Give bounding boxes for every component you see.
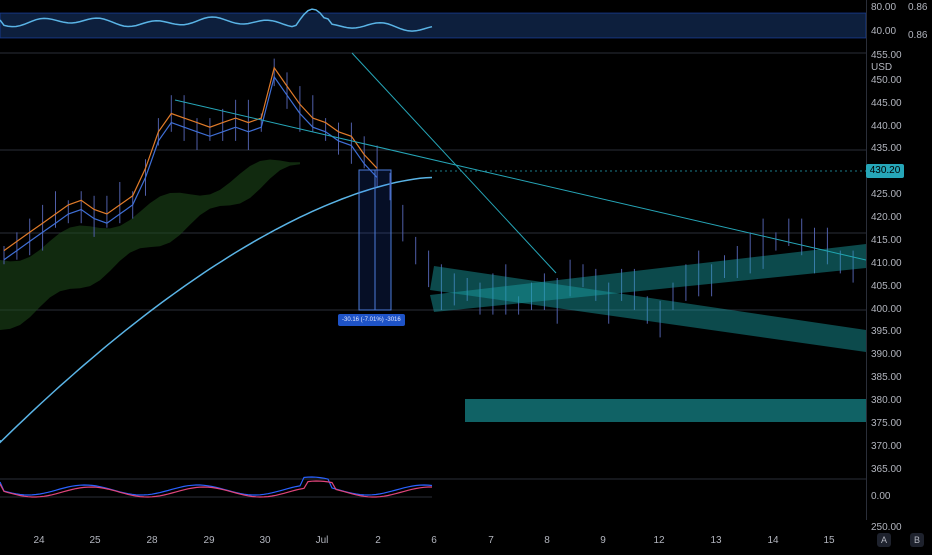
x-tick: 25: [89, 535, 101, 546]
x-tick: 29: [203, 535, 215, 546]
ma-ribbon: [0, 159, 300, 330]
x-tick: 28: [146, 535, 158, 546]
price-tick: 390.00: [871, 349, 902, 360]
indicator-tick-40: 40.00: [871, 26, 897, 37]
x-tick: 8: [544, 535, 550, 546]
x-tick: 12: [653, 535, 665, 546]
x-tick: 15: [823, 535, 835, 546]
price-tick: 435.00: [871, 143, 902, 154]
price-tick: 395.00: [871, 326, 902, 337]
auto-scale-button[interactable]: A: [877, 533, 891, 547]
price-chart[interactable]: [0, 0, 867, 550]
price-tick: 425.00: [871, 189, 902, 200]
trend-line: [174, 99, 867, 261]
x-tick: 13: [710, 535, 722, 546]
price-unit: USD: [871, 62, 893, 73]
current-price-tag: 430.20: [866, 164, 904, 178]
price-tick: 450.00: [871, 75, 902, 86]
price-tick: 380.00: [871, 395, 902, 406]
aux-value-2: 0.86: [908, 30, 928, 41]
x-tick: 7: [488, 535, 494, 546]
price-tick: 385.00: [871, 372, 902, 383]
indicator-band: [0, 12, 867, 39]
measurement-label: -30.16 (-7.01%) -3016: [338, 314, 405, 326]
x-tick: 6: [431, 535, 437, 546]
price-tick: 455.00: [871, 50, 902, 61]
price-tick: 410.00: [871, 258, 902, 269]
price-tick: 405.00: [871, 281, 902, 292]
indicator-value-scale: 0.86 0.86: [906, 0, 932, 80]
x-tick: 2: [375, 535, 381, 546]
macd-line: [0, 476, 433, 496]
log-scale-button[interactable]: B: [910, 533, 924, 547]
indicator-tick-80: 80.00: [871, 2, 897, 13]
x-tick: 24: [33, 535, 45, 546]
price-tick: 370.00: [871, 441, 902, 452]
ma-mid-line: [3, 75, 378, 261]
x-tick: Jul: [315, 535, 329, 546]
price-tick: 400.00: [871, 304, 902, 315]
x-tick: 9: [600, 535, 606, 546]
x-tick: 14: [767, 535, 779, 546]
support-box: [465, 399, 866, 422]
price-tick: 365.00: [871, 464, 902, 475]
price-scale[interactable]: 80.00 40.00 455.00 USD 450.00 445.00 440…: [866, 0, 907, 533]
aux-value-1: 0.86: [908, 2, 928, 13]
x-tick: 30: [259, 535, 271, 546]
price-tick: 420.00: [871, 212, 902, 223]
price-tick: 415.00: [871, 235, 902, 246]
price-tick: 440.00: [871, 121, 902, 132]
chart-canvas[interactable]: [0, 0, 867, 550]
macd-tick: 250.00: [871, 522, 902, 533]
price-tick: 375.00: [871, 418, 902, 429]
macd-tick: 0.00: [871, 491, 891, 502]
price-tick: 445.00: [871, 98, 902, 109]
